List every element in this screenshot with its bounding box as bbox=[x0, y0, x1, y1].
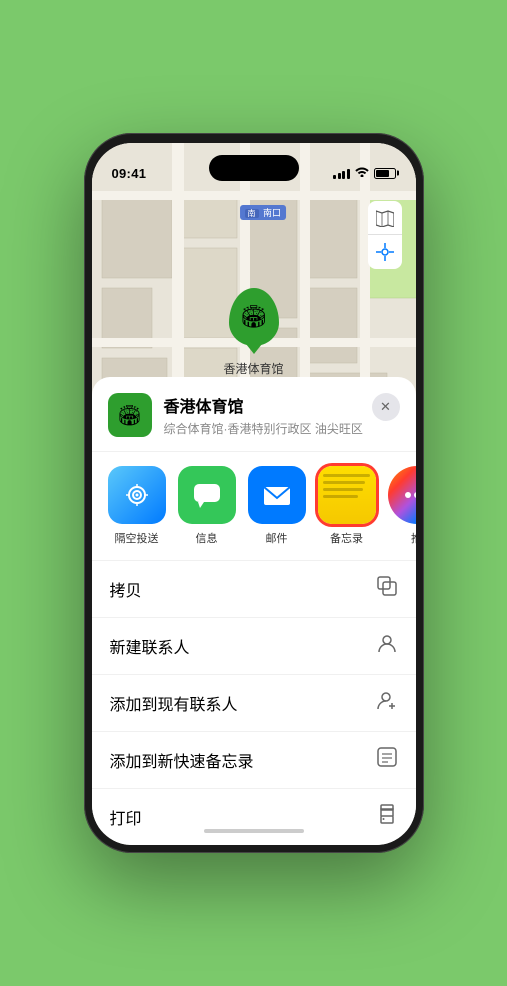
notes-icon bbox=[318, 466, 376, 524]
action-copy[interactable]: 拷贝 bbox=[92, 561, 416, 618]
action-new-contact[interactable]: 新建联系人 bbox=[92, 618, 416, 675]
marker-pin: 🏟 bbox=[228, 288, 278, 346]
close-button[interactable]: ✕ bbox=[372, 393, 400, 421]
venue-address: 综合体育馆·香港特别行政区 油尖旺区 bbox=[164, 420, 372, 437]
add-existing-icon bbox=[376, 689, 398, 717]
more-label: 推 bbox=[411, 530, 416, 546]
signal-bar-4 bbox=[347, 169, 350, 179]
venue-info: 香港体育馆 综合体育馆·香港特别行政区 油尖旺区 bbox=[164, 393, 372, 437]
location-button[interactable] bbox=[368, 235, 402, 269]
new-contact-icon bbox=[376, 632, 398, 660]
new-contact-label: 新建联系人 bbox=[110, 634, 190, 658]
bottom-sheet: 🏟 香港体育馆 综合体育馆·香港特别行政区 油尖旺区 ✕ 隔空投送 bbox=[92, 377, 416, 845]
share-item-notes[interactable]: 备忘录 bbox=[318, 466, 376, 546]
venue-name: 香港体育馆 bbox=[164, 393, 372, 417]
signal-bar-3 bbox=[342, 171, 345, 179]
airdrop-label: 隔空投送 bbox=[115, 530, 159, 546]
action-quick-note[interactable]: 添加到新快速备忘录 bbox=[92, 732, 416, 789]
battery-icon bbox=[374, 168, 396, 179]
notes-label: 备忘录 bbox=[330, 530, 363, 546]
wifi-icon bbox=[355, 166, 369, 180]
print-icon bbox=[376, 803, 398, 831]
quick-note-label: 添加到新快速备忘录 bbox=[110, 748, 254, 772]
airdrop-icon bbox=[108, 466, 166, 524]
south-prefix: 南 bbox=[245, 209, 259, 218]
print-label: 打印 bbox=[110, 805, 142, 829]
map-south-label: 南 南口 bbox=[240, 205, 287, 220]
share-item-more[interactable]: 推 bbox=[388, 466, 416, 546]
messages-icon bbox=[178, 466, 236, 524]
signal-bar-1 bbox=[333, 175, 336, 179]
home-indicator bbox=[204, 829, 304, 833]
status-icons bbox=[333, 166, 396, 180]
venue-icon: 🏟 bbox=[108, 393, 152, 437]
copy-label: 拷贝 bbox=[110, 577, 142, 601]
dynamic-island bbox=[209, 155, 299, 181]
venue-header: 🏟 香港体育馆 综合体育馆·香港特别行政区 油尖旺区 ✕ bbox=[92, 393, 416, 452]
share-row: 隔空投送 信息 邮件 bbox=[92, 452, 416, 561]
phone-frame: 09:41 bbox=[84, 133, 424, 853]
map-controls bbox=[368, 201, 402, 269]
signal-bars-icon bbox=[333, 168, 350, 179]
map-style-button[interactable] bbox=[368, 201, 402, 235]
copy-icon bbox=[376, 575, 398, 603]
messages-label: 信息 bbox=[196, 530, 218, 546]
action-list: 拷贝 新建联系人 添加到现有联系人 bbox=[92, 561, 416, 845]
share-item-airdrop[interactable]: 隔空投送 bbox=[108, 466, 166, 546]
stadium-icon: 🏟 bbox=[240, 304, 268, 330]
share-item-mail[interactable]: 邮件 bbox=[248, 466, 306, 546]
more-icon bbox=[388, 466, 416, 524]
signal-bar-2 bbox=[338, 173, 341, 179]
action-add-existing[interactable]: 添加到现有联系人 bbox=[92, 675, 416, 732]
quick-note-icon bbox=[376, 746, 398, 774]
status-time: 09:41 bbox=[112, 166, 147, 181]
action-print[interactable]: 打印 bbox=[92, 789, 416, 845]
stadium-marker[interactable]: 🏟 香港体育馆 bbox=[223, 288, 283, 377]
share-item-messages[interactable]: 信息 bbox=[178, 466, 236, 546]
add-existing-label: 添加到现有联系人 bbox=[110, 691, 238, 715]
mail-icon bbox=[248, 466, 306, 524]
phone-screen: 09:41 bbox=[92, 143, 416, 845]
mail-label: 邮件 bbox=[266, 530, 288, 546]
marker-label: 香港体育馆 bbox=[223, 360, 283, 377]
